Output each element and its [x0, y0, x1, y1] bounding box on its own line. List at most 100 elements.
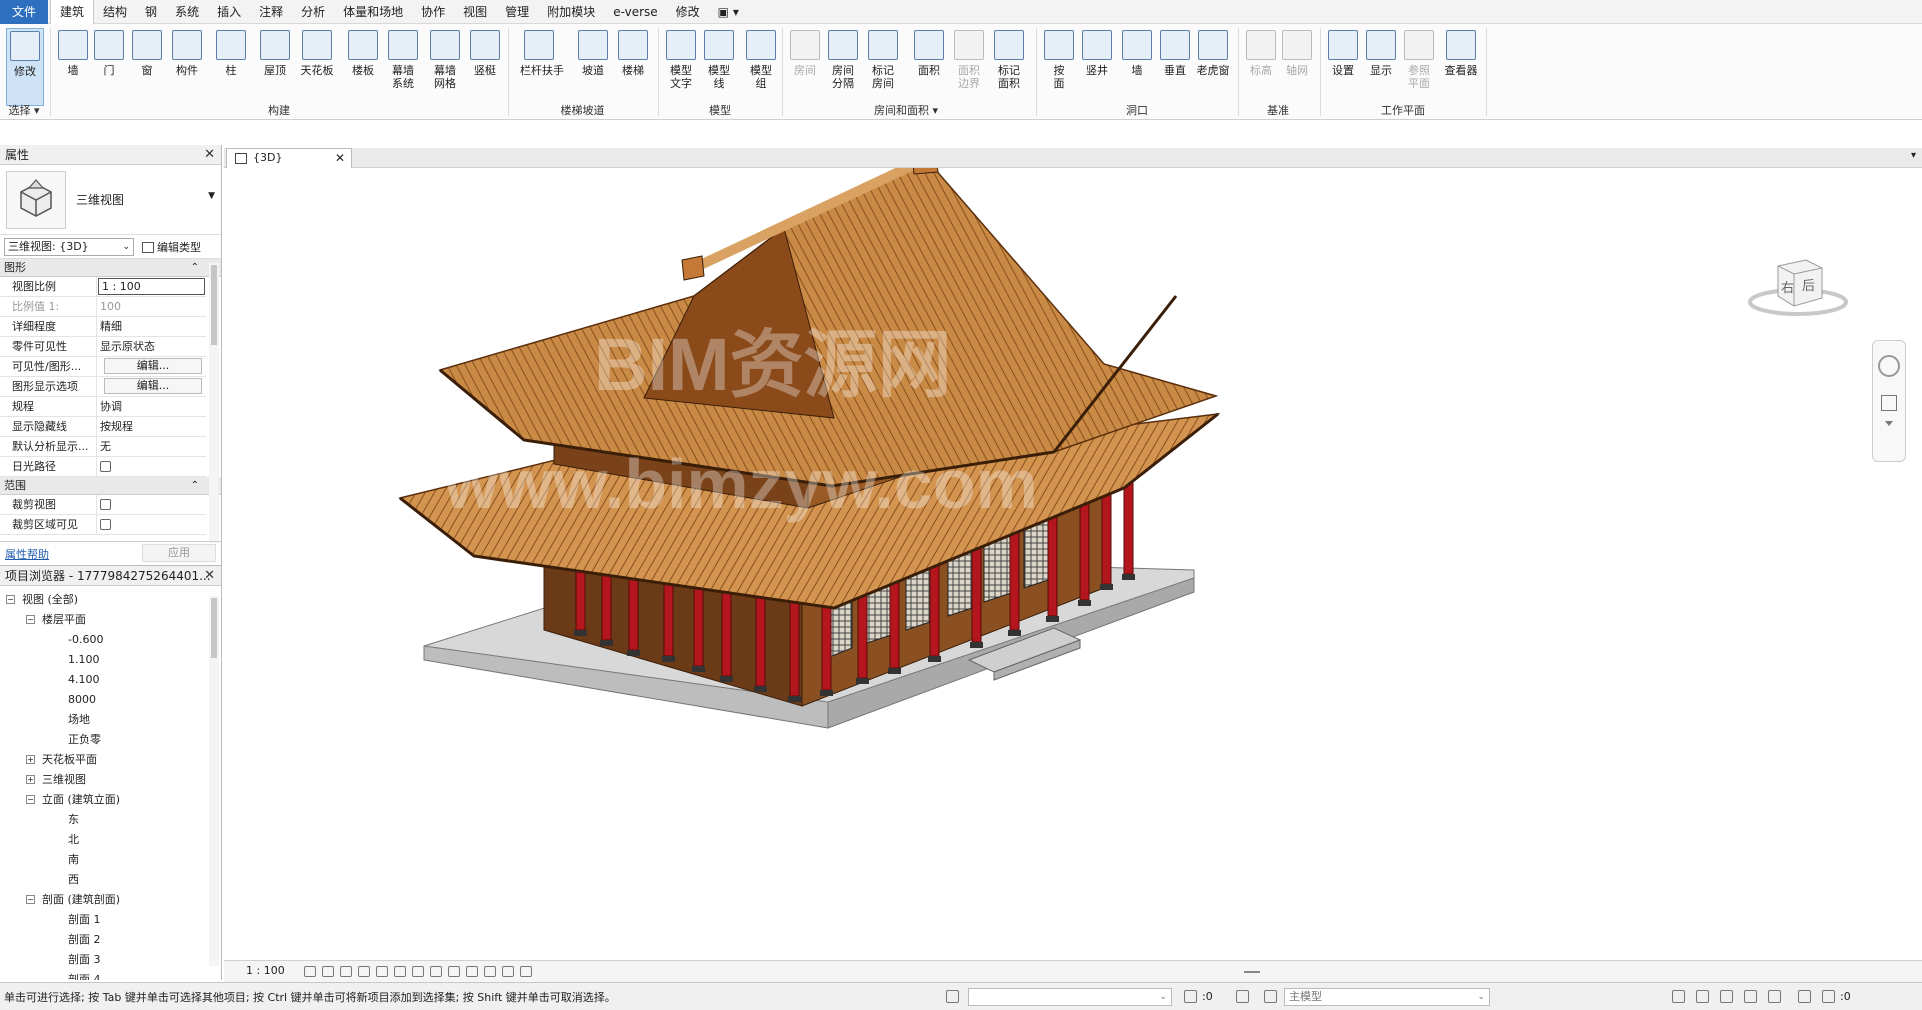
tree-item[interactable]: 剖面 4: [68, 970, 101, 980]
tab-item[interactable]: 修改: [667, 0, 709, 24]
tab-item[interactable]: 建筑: [50, 0, 95, 24]
shadows-icon[interactable]: [358, 966, 370, 977]
workset-select[interactable]: ⌄: [968, 988, 1172, 1006]
ribbon-button[interactable]: 幕墙 系统: [384, 28, 422, 106]
temp-view-icon[interactable]: [484, 966, 496, 977]
editable-only-icon[interactable]: [1184, 990, 1197, 1003]
edit-button[interactable]: 编辑...: [104, 358, 202, 374]
checkbox[interactable]: [100, 461, 111, 472]
property-value[interactable]: 按规程: [97, 417, 206, 436]
modify-button[interactable]: 修改: [6, 28, 44, 106]
tab-item[interactable]: 体量和场地: [334, 0, 412, 24]
tab-item[interactable]: 结构: [94, 0, 136, 24]
tree-item[interactable]: -0.600: [68, 630, 103, 650]
tree-item[interactable]: 1.100: [68, 650, 100, 670]
collapse-icon[interactable]: ⌃: [191, 259, 199, 277]
design-option-select[interactable]: 主模型 ⌄: [1284, 988, 1490, 1006]
ribbon-button[interactable]: 竖梃: [466, 28, 504, 106]
ribbon-button[interactable]: 设置: [1324, 28, 1362, 106]
ribbon-button[interactable]: 模型 组: [742, 28, 780, 106]
properties-help-link[interactable]: 属性帮助: [5, 546, 49, 562]
edit-type-button[interactable]: 编辑类型: [142, 239, 201, 255]
visual-style-icon[interactable]: [322, 966, 334, 977]
scrollbar-thumb[interactable]: [211, 265, 217, 345]
collapse-icon[interactable]: −: [6, 595, 15, 604]
ribbon-button[interactable]: 墙: [54, 28, 92, 106]
select-links-icon[interactable]: [1672, 990, 1685, 1003]
ribbon-button[interactable]: 窗: [128, 28, 166, 106]
ribbon-button[interactable]: 显示: [1362, 28, 1400, 106]
ribbon-button[interactable]: 天花板: [298, 28, 336, 106]
instance-filter-select[interactable]: 三维视图: {3D} ⌄: [4, 238, 134, 256]
ribbon-button[interactable]: 柱: [212, 28, 250, 106]
ribbon-button[interactable]: 房间 分隔: [824, 28, 862, 106]
tree-item[interactable]: 视图 (全部): [22, 590, 78, 610]
tree-item[interactable]: 三维视图: [42, 770, 86, 790]
ribbon-button[interactable]: 按 面: [1040, 28, 1078, 106]
reveal-hidden-icon[interactable]: [466, 966, 478, 977]
workset-icon[interactable]: [946, 990, 959, 1003]
tree-item[interactable]: 楼层平面: [42, 610, 86, 630]
render-icon[interactable]: [376, 966, 388, 977]
property-value[interactable]: 显示原状态: [97, 337, 206, 356]
ribbon-button[interactable]: 查看器: [1442, 28, 1480, 106]
select-underlay-icon[interactable]: [1696, 990, 1709, 1003]
property-value[interactable]: 精细: [97, 317, 206, 336]
property-value[interactable]: 100: [97, 297, 206, 316]
tab-file[interactable]: 文件: [0, 0, 49, 24]
property-value[interactable]: [97, 495, 206, 514]
detail-level-icon[interactable]: [304, 966, 316, 977]
collapse-icon[interactable]: −: [26, 615, 35, 624]
ribbon-button[interactable]: 标高: [1242, 28, 1280, 106]
tab-item[interactable]: 钢: [136, 0, 166, 24]
browser-scrollbar[interactable]: [209, 596, 219, 966]
collapse-icon[interactable]: −: [26, 895, 35, 904]
ribbon-button[interactable]: 垂直: [1156, 28, 1194, 106]
crop-view-icon[interactable]: [394, 966, 406, 977]
ribbon-button[interactable]: 楼梯: [614, 28, 652, 106]
apply-button[interactable]: 应用: [142, 544, 216, 562]
ribbon-button[interactable]: 构件: [168, 28, 206, 106]
steering-wheel-icon[interactable]: [1878, 355, 1900, 377]
show-crop-icon[interactable]: [412, 966, 424, 977]
tree-item[interactable]: 剖面 3: [68, 950, 101, 970]
chevron-down-icon[interactable]: ▼: [208, 191, 215, 201]
tree-item[interactable]: 4.100: [68, 670, 100, 690]
tab-item[interactable]: 管理: [496, 0, 538, 24]
ribbon-button[interactable]: 屋顶: [256, 28, 294, 106]
checkbox[interactable]: [100, 499, 111, 510]
tree-item[interactable]: 正负零: [68, 730, 101, 750]
tree-item[interactable]: 东: [68, 810, 79, 830]
ribbon-button[interactable]: 幕墙 网格: [426, 28, 464, 106]
3d-view-canvas[interactable]: BIM资源网 www.bimzyw.com: [224, 168, 1922, 960]
ribbon-button[interactable]: 模型 文字: [662, 28, 700, 106]
tree-item[interactable]: 剖面 2: [68, 930, 101, 950]
close-icon[interactable]: ✕: [335, 149, 345, 167]
expand-icon[interactable]: +: [26, 755, 35, 764]
ribbon-button[interactable]: 坡道: [574, 28, 612, 106]
tab-item[interactable]: ▣ ▾: [709, 0, 748, 24]
checkbox[interactable]: [100, 519, 111, 530]
properties-scrollbar[interactable]: [209, 263, 219, 543]
tab-item[interactable]: 分析: [292, 0, 334, 24]
hide-isolate-icon[interactable]: [448, 966, 460, 977]
tab-item[interactable]: 视图: [454, 0, 496, 24]
collapse-icon[interactable]: −: [26, 795, 35, 804]
tree-item[interactable]: 南: [68, 850, 79, 870]
chevron-down-icon[interactable]: [1885, 421, 1893, 426]
horizontal-scrollbar[interactable]: [1244, 971, 1260, 973]
tab-item[interactable]: 注释: [250, 0, 292, 24]
tab-item[interactable]: e-verse: [604, 0, 666, 24]
tab-item[interactable]: 系统: [166, 0, 208, 24]
property-value[interactable]: [97, 515, 206, 534]
ribbon-button[interactable]: 墙: [1118, 28, 1156, 106]
exclude-options-icon[interactable]: [1264, 990, 1277, 1003]
filter-icon[interactable]: [1822, 990, 1835, 1003]
ribbon-button[interactable]: 老虎窗: [1194, 28, 1232, 106]
tree-item[interactable]: 天花板平面: [42, 750, 97, 770]
ribbon-button[interactable]: 面积 边界: [950, 28, 988, 106]
collapse-icon[interactable]: ⌃: [191, 477, 199, 495]
ribbon-button[interactable]: 参照 平面: [1400, 28, 1438, 106]
zoom-icon[interactable]: [1881, 395, 1897, 411]
tree-item[interactable]: 剖面 1: [68, 910, 101, 930]
